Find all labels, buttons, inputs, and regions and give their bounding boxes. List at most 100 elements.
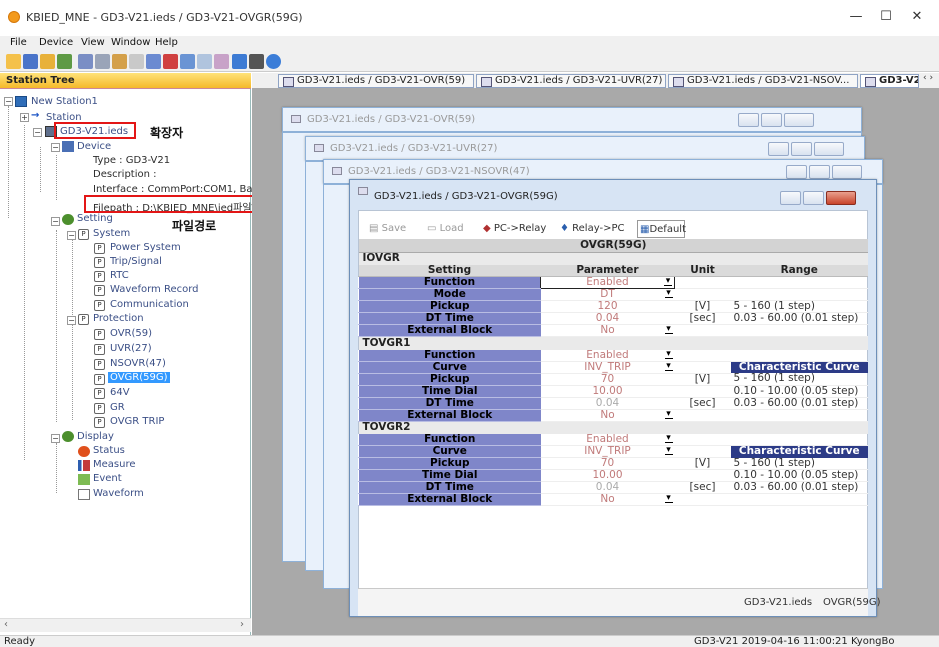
close-icon[interactable]: [826, 191, 856, 205]
maximize-icon[interactable]: [809, 165, 830, 179]
tree-setting[interactable]: Setting: [77, 213, 113, 224]
tree-rtc[interactable]: RTC: [110, 270, 129, 281]
tree-uvr[interactable]: UVR(27): [110, 343, 152, 354]
parameter-dropdown[interactable]: INV_TRIP ▾: [540, 361, 675, 374]
expand-file-icon[interactable]: −: [33, 128, 42, 137]
minimize-icon[interactable]: [786, 165, 807, 179]
parameter-dropdown[interactable]: No ▾: [540, 493, 675, 506]
tab-nsovr[interactable]: GD3-V21.ieds / GD3-V21-NSOV...: [668, 74, 858, 88]
tree-nsovr[interactable]: NSOVR(47): [110, 358, 166, 369]
station-icon[interactable]: [57, 54, 72, 69]
tree-protection[interactable]: Protection: [93, 313, 144, 324]
minimize-icon[interactable]: [768, 142, 789, 156]
monitor-icon[interactable]: [146, 54, 161, 69]
tree-horizontal-scrollbar[interactable]: ‹ ›: [0, 618, 251, 632]
parameter-input[interactable]: 10.00: [540, 385, 675, 398]
tree-measure[interactable]: Measure: [93, 459, 136, 470]
disconnect-icon[interactable]: [249, 54, 264, 69]
tab-ovgr[interactable]: GD3-V21.ieds: [860, 74, 919, 88]
tree-gr[interactable]: GR: [110, 402, 125, 413]
menu-help[interactable]: Help: [155, 37, 178, 48]
tree-power-system[interactable]: Power System: [110, 242, 181, 253]
print-icon[interactable]: [129, 54, 144, 69]
expand-station-icon[interactable]: +: [20, 113, 29, 122]
parameter-dropdown[interactable]: Enabled ▾: [540, 349, 675, 362]
scroll-right-icon[interactable]: ›: [240, 619, 244, 630]
write-icon[interactable]: [112, 54, 127, 69]
parameter-dropdown[interactable]: INV_TRIP ▾: [540, 445, 675, 458]
pc-to-relay-button[interactable]: ◆ PC->Relay: [483, 220, 553, 238]
expand-setting-icon[interactable]: −: [51, 217, 60, 226]
maximize-icon[interactable]: [791, 142, 812, 156]
tree-communication[interactable]: Communication: [110, 299, 189, 310]
default-button[interactable]: ▦Default: [637, 220, 686, 238]
tree-root[interactable]: New Station1: [31, 96, 98, 107]
save-panel-button[interactable]: ▤ Save: [369, 220, 419, 238]
parameter-input[interactable]: 120: [540, 300, 675, 313]
tree-64v[interactable]: 64V: [110, 387, 130, 398]
tree-ovgr-selected[interactable]: OVGR(59G): [108, 372, 170, 383]
window-icon[interactable]: [180, 54, 195, 69]
menu-view[interactable]: View: [81, 37, 105, 48]
parameter-input[interactable]: 70: [540, 373, 675, 386]
parameter-input[interactable]: 0.04: [540, 481, 675, 494]
parameter-input[interactable]: 0.04: [540, 312, 675, 325]
tree-display[interactable]: Display: [77, 431, 114, 442]
connect-icon[interactable]: [232, 54, 247, 69]
expand-display-icon[interactable]: −: [51, 434, 60, 443]
tree-ovr[interactable]: OVR(59): [110, 328, 152, 339]
tree-device[interactable]: Device: [77, 141, 111, 152]
menu-window[interactable]: Window: [111, 37, 150, 48]
save-icon[interactable]: [23, 54, 38, 69]
window-uvr[interactable]: GD3-V21.ieds / GD3-V21-UVR(27): [305, 136, 865, 161]
tree-status[interactable]: Status: [93, 445, 125, 456]
dropdown-arrow-icon[interactable]: ▾: [664, 361, 673, 371]
tab-ovr[interactable]: GD3-V21.ieds / GD3-V21-OVR(59): [278, 74, 474, 88]
dropdown-arrow-icon[interactable]: ▾: [664, 325, 673, 334]
dropdown-arrow-icon[interactable]: ▾: [664, 446, 673, 455]
menu-file[interactable]: File: [10, 37, 27, 48]
measure-icon[interactable]: [163, 54, 178, 69]
tab-scroll-icon[interactable]: ‹ ›: [923, 73, 933, 83]
scroll-left-icon[interactable]: ‹: [4, 619, 8, 630]
tree-waveform[interactable]: Waveform: [93, 488, 144, 499]
dropdown-arrow-icon[interactable]: ▾: [664, 350, 673, 359]
tile-icon[interactable]: [214, 54, 229, 69]
relay-to-pc-button[interactable]: ♦ Relay->PC: [560, 220, 636, 238]
tab-uvr[interactable]: GD3-V21.ieds / GD3-V21-UVR(27): [476, 74, 666, 88]
parameter-dropdown[interactable]: Enabled ▾: [540, 276, 675, 289]
tree-trip-signal[interactable]: Trip/Signal: [110, 256, 162, 267]
characteristic-curve-button[interactable]: Characteristic Curve: [730, 361, 868, 373]
close-button[interactable]: ✕: [897, 5, 937, 29]
device-icon[interactable]: [78, 54, 93, 69]
expand-protection-icon[interactable]: −: [67, 316, 76, 325]
open-icon[interactable]: [40, 54, 55, 69]
tree-event[interactable]: Event: [93, 473, 122, 484]
menu-device[interactable]: Device: [39, 37, 73, 48]
expand-root-icon[interactable]: −: [4, 97, 13, 106]
close-icon[interactable]: [784, 113, 814, 127]
tree-waveform-record[interactable]: Waveform Record: [110, 284, 199, 295]
tree-system[interactable]: System: [93, 228, 130, 239]
minimize-icon[interactable]: [780, 191, 801, 205]
close-icon[interactable]: [832, 165, 862, 179]
parameter-dropdown[interactable]: No ▾: [540, 409, 675, 422]
read-icon[interactable]: [95, 54, 110, 69]
parameter-input[interactable]: 70: [540, 457, 675, 470]
new-icon[interactable]: [6, 54, 21, 69]
expand-device-icon[interactable]: −: [51, 143, 60, 152]
cascade-icon[interactable]: [197, 54, 212, 69]
close-icon[interactable]: [814, 142, 844, 156]
dropdown-arrow-icon[interactable]: ▾: [664, 409, 673, 419]
parameter-input[interactable]: 0.04: [540, 397, 675, 410]
minimize-icon[interactable]: [738, 113, 759, 127]
dropdown-arrow-icon[interactable]: ▾: [664, 494, 673, 503]
tree-ovgr-trip[interactable]: OVGR TRIP: [110, 416, 164, 427]
parameter-input[interactable]: 10.00: [540, 469, 675, 482]
window-ovr[interactable]: GD3-V21.ieds / GD3-V21-OVR(59): [282, 107, 862, 132]
dropdown-arrow-icon[interactable]: ▾: [664, 434, 673, 443]
maximize-icon[interactable]: [803, 191, 824, 205]
load-button[interactable]: ▭ Load: [427, 220, 477, 238]
parameter-dropdown[interactable]: DT ▾: [540, 288, 675, 301]
dropdown-arrow-icon[interactable]: ▾: [664, 278, 672, 286]
